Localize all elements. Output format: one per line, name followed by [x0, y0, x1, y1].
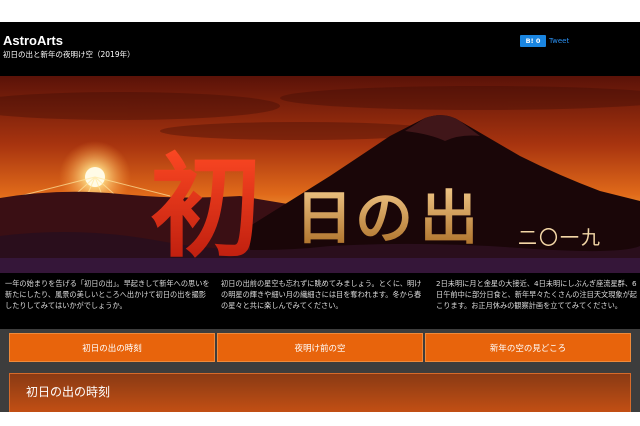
intro-column-3: 2日未明に月と金星の大接近、4日未明にしぶんぎ座流星群、6日午前中に部分日食と、… [436, 279, 637, 310]
section-nav: 初日の出の時刻 夜明け前の空 新年の空の見どころ 初日の出の時刻 [0, 329, 640, 412]
hero-year: 二〇一九 [518, 227, 602, 249]
hero-title-kana: の [355, 184, 413, 252]
section-title: 初日の出の時刻 [26, 385, 111, 399]
page-title: 初日の出と新年の夜明け空（2019年） [3, 50, 135, 59]
hero-banner: 初 日 の 出 二〇一九 [0, 76, 640, 273]
tweet-button[interactable]: Tweet [549, 37, 569, 45]
hero-title-kanji-1: 初 [150, 142, 262, 273]
intro-column-2: 初日の出前の星空も忘れずに眺めてみましょう。とくに、明けの明星の輝きや細い月の繊… [221, 279, 422, 310]
share-buttons: B! 0 Tweet [520, 35, 569, 47]
intro-text: 一年の始まりを告げる「初日の出」。早起きして新年への思いを新たにしたり、風景の美… [0, 278, 640, 322]
hero-illustration: 初 日 の 出 二〇一九 [0, 76, 640, 273]
hero-title-kanji-3: 出 [420, 184, 478, 252]
nav-newyear-highlights[interactable]: 新年の空の見どころ [425, 333, 631, 362]
site-header: AstroArts 初日の出と新年の夜明け空（2019年） B! 0 Tweet [0, 22, 640, 68]
hero-title-kanji-2: 日 [295, 184, 353, 252]
nav-sunrise-time[interactable]: 初日の出の時刻 [9, 333, 215, 362]
section-header: 初日の出の時刻 [9, 373, 631, 412]
intro-column-1: 一年の始まりを告げる「初日の出」。早起きして新年への思いを新たにしたり、風景の美… [5, 279, 210, 310]
hatena-bookmark-button[interactable]: B! 0 [520, 35, 546, 47]
nav-predawn-sky[interactable]: 夜明け前の空 [217, 333, 423, 362]
page-frame: AstroArts 初日の出と新年の夜明け空（2019年） B! 0 Tweet [0, 22, 640, 412]
site-logo[interactable]: AstroArts [3, 33, 63, 48]
